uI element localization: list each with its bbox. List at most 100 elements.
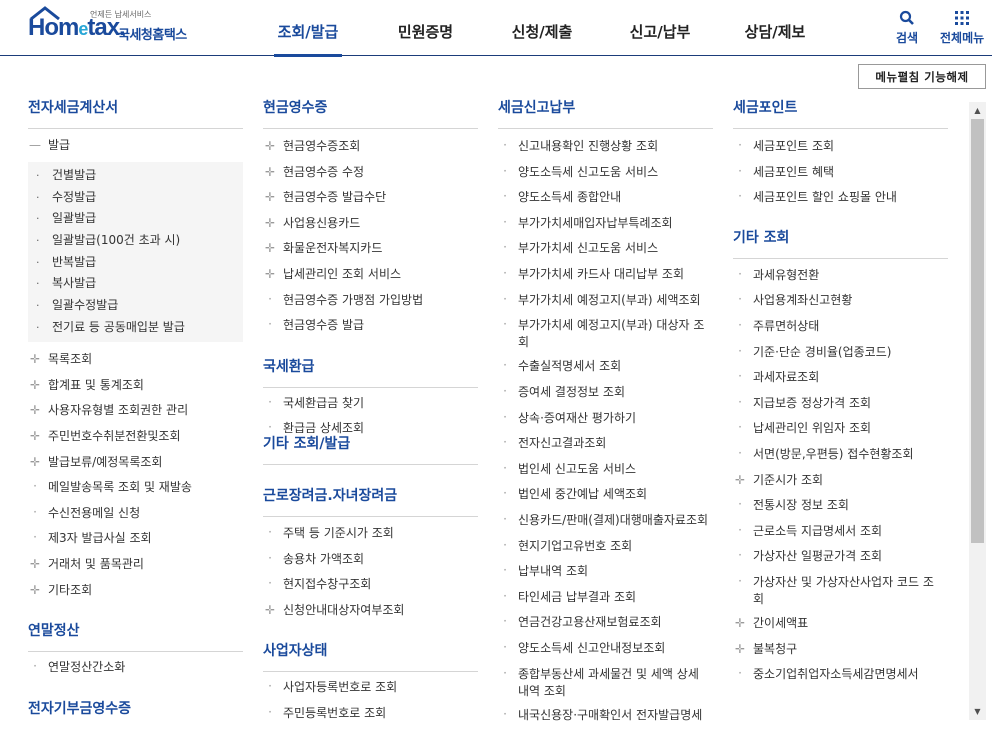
bullet-icon: · xyxy=(36,299,40,312)
section-title[interactable]: 현금영수증 xyxy=(263,96,327,120)
section-divider xyxy=(263,671,478,672)
section-work-child-incentive: 근로장려금.자녀장려금 xyxy=(263,484,478,517)
bullet-icon: · xyxy=(503,707,507,721)
search-label: 검색 xyxy=(896,31,919,45)
expand-plus-icon: ✛ xyxy=(264,190,276,204)
bullet-icon: · xyxy=(738,497,742,511)
bullet-icon: · xyxy=(503,384,507,398)
section-title[interactable]: 세금포인트 xyxy=(733,96,797,120)
bullet-icon: · xyxy=(503,358,507,372)
bullet-icon: · xyxy=(503,538,507,552)
header: 언제든 납세서비스 Hometax. 국세청홈택스 조회/발급 민원증명 신청/… xyxy=(0,0,992,56)
expand-plus-icon: ✛ xyxy=(29,429,41,443)
scroll-down-arrow-icon[interactable]: ▼ xyxy=(969,703,986,720)
section-year-end-settlement: 연말정산 xyxy=(28,619,243,652)
section-title[interactable]: 세금신고납부 xyxy=(498,96,575,120)
expand-plus-icon: ✛ xyxy=(264,241,276,255)
bullet-icon: · xyxy=(503,292,507,306)
expand-plus-icon: ✛ xyxy=(29,455,41,469)
section-cash-receipt: 현금영수증 xyxy=(263,96,478,129)
main-nav: 조회/발급 민원증명 신청/제출 신고/납부 상담/제보 xyxy=(248,0,831,56)
nav-civil-certificate[interactable]: 민원증명 xyxy=(368,0,483,56)
section-divider xyxy=(28,128,243,129)
expand-plus-icon: ✛ xyxy=(264,603,276,617)
bullet-icon: · xyxy=(503,138,507,152)
section-title[interactable]: 연말정산 xyxy=(28,619,80,643)
bullet-icon: · xyxy=(503,666,507,680)
section-divider xyxy=(733,128,948,129)
nav-inquiry-issue[interactable]: 조회/발급 xyxy=(248,0,368,56)
bullet-icon: · xyxy=(738,446,742,460)
bullet-icon: · xyxy=(36,256,40,269)
hometax-logo[interactable]: 언제든 납세서비스 Hometax. 국세청홈택스 xyxy=(28,6,218,48)
bullet-icon: · xyxy=(268,551,272,565)
bullet-icon: · xyxy=(33,659,37,673)
section-other-inquiry-issue: 기타 조회/발급 xyxy=(263,432,478,465)
section-divider xyxy=(28,651,243,652)
section-e-tax-invoice: 전자세금계산서 xyxy=(28,96,243,129)
bullet-icon: · xyxy=(268,679,272,693)
section-other-inquiry: 기타 조회 xyxy=(733,226,948,259)
expand-plus-icon: ✛ xyxy=(29,557,41,571)
bullet-icon: · xyxy=(33,530,37,544)
bullet-icon: · xyxy=(503,266,507,280)
section-title[interactable]: 전자세금계산서 xyxy=(28,96,118,120)
bullet-icon: · xyxy=(503,512,507,526)
section-title[interactable]: 전자기부금영수증 xyxy=(28,697,131,721)
expand-plus-icon: ✛ xyxy=(264,216,276,230)
scroll-up-arrow-icon[interactable]: ▲ xyxy=(969,102,986,119)
section-title[interactable]: 기타 조회 xyxy=(733,226,789,250)
section-title[interactable]: 국세환급 xyxy=(263,355,315,379)
expand-plus-icon: ✛ xyxy=(29,583,41,597)
scroll-thumb[interactable] xyxy=(971,119,984,543)
nav-consult-report[interactable]: 상담/제보 xyxy=(719,0,831,56)
bullet-icon: · xyxy=(33,505,37,519)
all-menu-button[interactable]: 전체메뉴 xyxy=(940,10,984,46)
bullet-icon: · xyxy=(503,589,507,603)
bullet-icon: · xyxy=(738,574,742,588)
section-title[interactable]: 근로장려금.자녀장려금 xyxy=(263,484,397,508)
bullet-icon: · xyxy=(36,191,40,204)
search-button[interactable]: 검색 xyxy=(896,10,918,46)
nav-apply-submit[interactable]: 신청/제출 xyxy=(483,0,601,56)
bullet-icon: · xyxy=(268,292,272,306)
expand-plus-icon: ✛ xyxy=(734,473,746,487)
bullet-icon: · xyxy=(503,563,507,577)
section-divider xyxy=(263,128,478,129)
expand-plus-icon: ✛ xyxy=(734,642,746,656)
bullet-icon: · xyxy=(36,212,40,225)
bullet-icon: · xyxy=(738,666,742,680)
bullet-icon: · xyxy=(36,169,40,182)
section-divider xyxy=(263,516,478,517)
bullet-icon: · xyxy=(503,614,507,628)
collapse-minus-icon: — xyxy=(29,138,41,152)
nav-report-pay[interactable]: 신고/납부 xyxy=(601,0,719,56)
section-title[interactable]: 사업자상태 xyxy=(263,639,327,663)
bullet-icon: · xyxy=(738,189,742,203)
vertical-scrollbar[interactable]: ▲ ▼ xyxy=(969,102,986,720)
expand-plus-icon: ✛ xyxy=(264,267,276,281)
bullet-icon: · xyxy=(738,523,742,537)
bullet-icon: · xyxy=(503,435,507,449)
section-tax-refund: 국세환급 xyxy=(263,355,478,388)
bullet-icon: · xyxy=(503,164,507,178)
expand-plus-icon: ✛ xyxy=(29,352,41,366)
bullet-icon: · xyxy=(268,395,272,409)
menu-expand-disable-button[interactable]: 메뉴펼침 기능해제 xyxy=(858,64,986,89)
section-tax-report-payment: 세금신고납부 xyxy=(498,96,713,129)
bullet-icon: · xyxy=(503,317,507,331)
bullet-icon: · xyxy=(503,189,507,203)
section-title[interactable]: 기타 조회/발급 xyxy=(263,432,350,456)
bullet-icon: · xyxy=(503,486,507,500)
section-tax-point: 세금포인트 xyxy=(733,96,948,129)
bullet-icon: · xyxy=(738,548,742,562)
bullet-icon: · xyxy=(36,277,40,290)
expand-plus-icon: ✛ xyxy=(734,616,746,630)
bullet-icon: · xyxy=(738,369,742,383)
logo-wordmark: Hometax. xyxy=(28,14,126,41)
section-divider xyxy=(263,387,478,388)
expand-plus-icon: ✛ xyxy=(264,165,276,179)
all-menu-label: 전체메뉴 xyxy=(940,31,985,45)
section-divider xyxy=(733,258,948,259)
bullet-icon: · xyxy=(268,576,272,590)
